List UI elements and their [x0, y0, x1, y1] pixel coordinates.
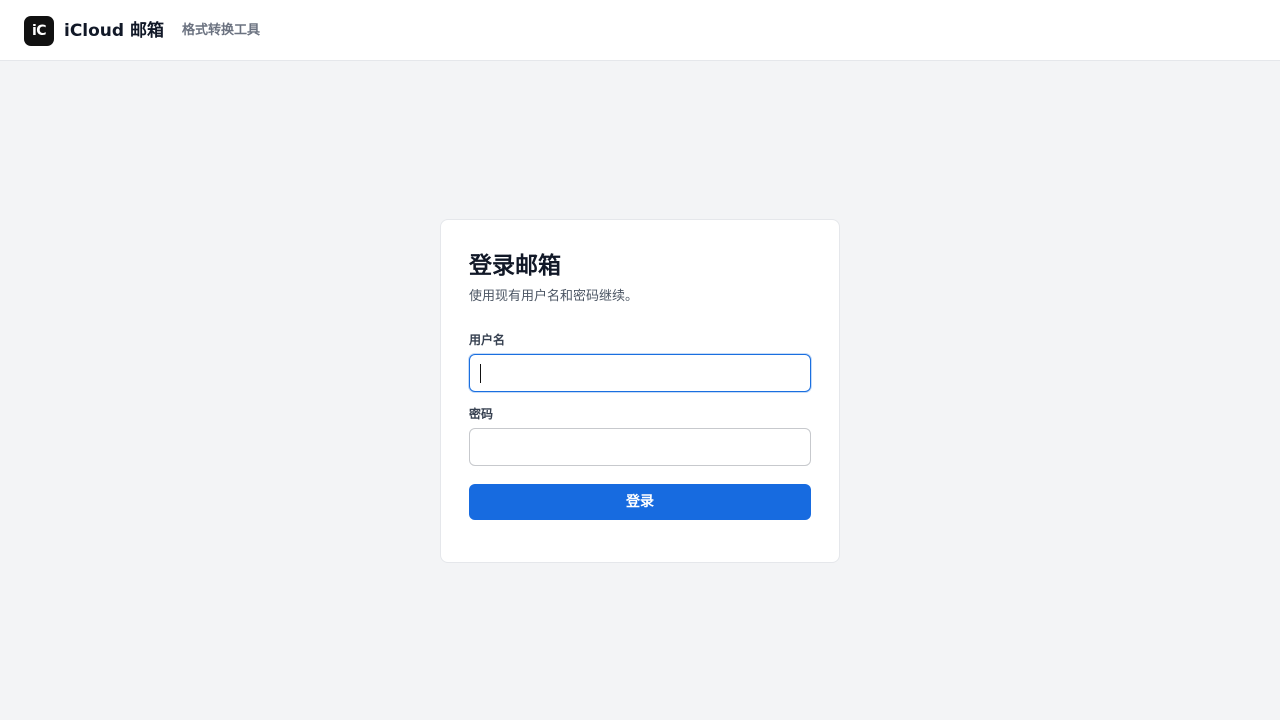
app-logo[interactable]: iC [24, 16, 54, 46]
password-input[interactable] [469, 428, 811, 466]
login-card: 登录邮箱 使用现有用户名和密码继续。 用户名 密码 登录 [440, 219, 840, 563]
top-navbar: iC iCloud 邮箱 格式转换工具 [0, 0, 1280, 61]
login-button[interactable]: 登录 [469, 484, 811, 520]
username-label: 用户名 [469, 333, 506, 347]
login-title: 登录邮箱 [469, 253, 561, 279]
text-caret [480, 364, 481, 383]
password-label: 密码 [469, 407, 494, 421]
username-input[interactable] [469, 354, 811, 392]
nav-link-format-converter[interactable]: 格式转换工具 [182, 22, 260, 40]
app-title[interactable]: iCloud 邮箱 [64, 19, 164, 43]
login-subtitle: 使用现有用户名和密码继续。 [469, 289, 639, 304]
